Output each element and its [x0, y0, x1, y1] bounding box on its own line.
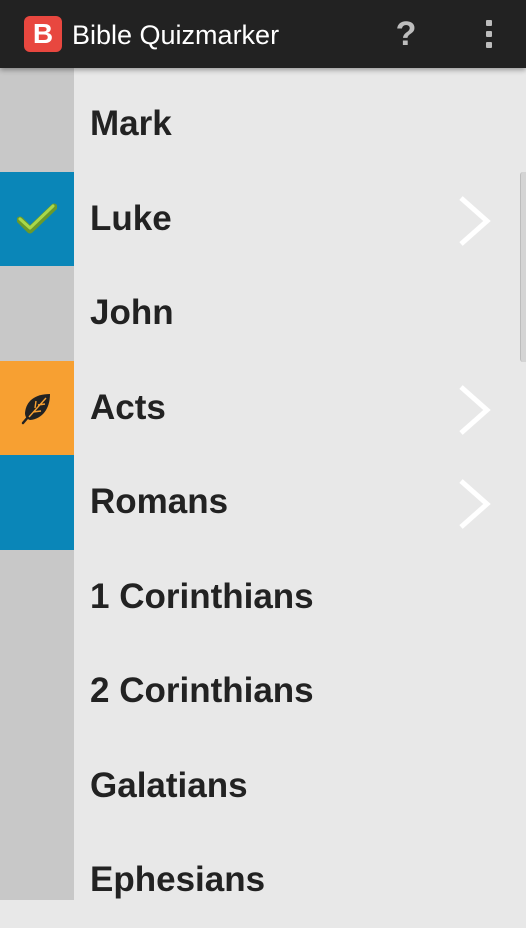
chevron-right-icon[interactable]: [455, 194, 495, 248]
action-bar: B Bible Quizmarker ?: [0, 0, 526, 68]
scrollbar[interactable]: [520, 172, 526, 362]
book-label: Luke: [90, 198, 172, 238]
row-marker: [0, 77, 74, 172]
chevron-right-icon[interactable]: [455, 477, 495, 531]
overflow-menu-icon[interactable]: [474, 12, 504, 56]
book-label: Galatians: [90, 765, 248, 805]
list-item-ephesians[interactable]: Ephesians: [0, 833, 526, 928]
app-logo-letter: B: [32, 18, 54, 49]
book-label: Mark: [90, 104, 172, 144]
row-marker[interactable]: [0, 455, 74, 550]
list-item-2-corinthians[interactable]: 2 Corinthians: [0, 644, 526, 739]
list-item-romans[interactable]: Romans: [0, 455, 526, 550]
row-marker: [0, 739, 74, 834]
book-label: 1 Corinthians: [90, 576, 314, 616]
list-item-luke[interactable]: Luke: [0, 171, 526, 266]
book-label: Ephesians: [90, 860, 266, 900]
book-label: Romans: [90, 482, 229, 522]
list-item-john[interactable]: John: [0, 266, 526, 361]
app-title: Bible Quizmarker: [72, 20, 280, 50]
row-marker[interactable]: [0, 171, 74, 266]
book-label: Acts: [90, 387, 166, 427]
book-label: John: [90, 293, 174, 333]
app-logo-icon[interactable]: B: [24, 16, 62, 52]
row-marker[interactable]: [0, 360, 74, 455]
checkmark-icon: [17, 203, 57, 234]
book-list: Mark Luke John Acts Romans 1 Corinthians…: [0, 77, 526, 928]
chevron-right-icon[interactable]: [455, 383, 495, 437]
help-button[interactable]: ?: [388, 12, 424, 56]
row-marker: [0, 550, 74, 645]
list-item-1-corinthians[interactable]: 1 Corinthians: [0, 550, 526, 645]
row-marker: [0, 833, 74, 928]
list-item-galatians[interactable]: Galatians: [0, 739, 526, 834]
list-item-mark[interactable]: Mark: [0, 77, 526, 172]
list-item-acts[interactable]: Acts: [0, 360, 526, 455]
row-marker: [0, 266, 74, 361]
book-label: 2 Corinthians: [90, 671, 314, 711]
leaf-icon: [21, 393, 50, 424]
row-marker: [0, 644, 74, 739]
